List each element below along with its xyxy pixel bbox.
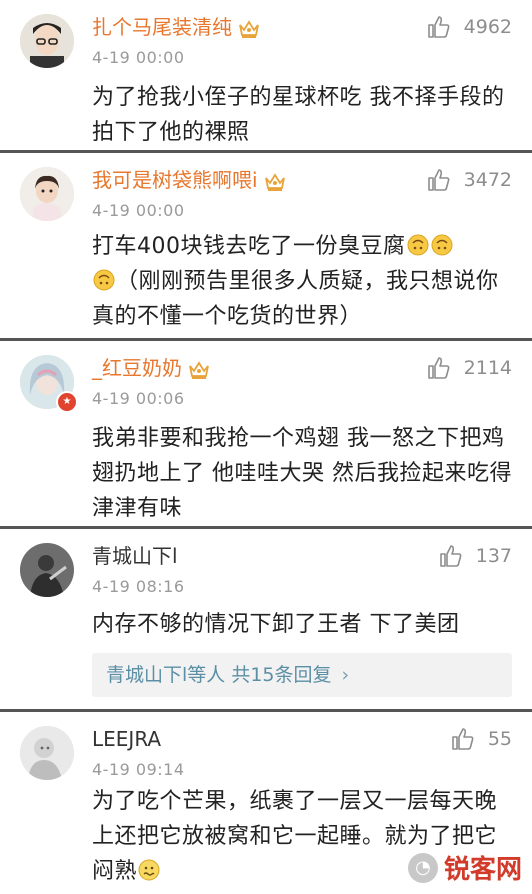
thumbs-up-icon [438,543,464,569]
crown-badge-icon [238,19,260,39]
avatar[interactable] [20,543,74,597]
comment-time: 4-19 08:16 [92,577,185,596]
upside-down-face-icon [93,269,115,291]
thumbs-up-icon [450,726,476,752]
comment-2: 我可是树袋熊啊喂i 4-19 00:00 3472 打车400块钱去吃了一份臭豆… [0,153,532,338]
comment-time: 4-19 09:14 [92,760,185,779]
like-button[interactable]: 55 [450,726,512,752]
comment-text: 内存不够的情况下卸了王者 下了美团 [92,612,460,637]
like-button[interactable]: 3472 [426,167,512,193]
comment-time: 4-19 00:00 [92,201,185,220]
comment-3: ★ _红豆奶奶 4-19 00:06 2114 我弟非要和我抢一个鸡翅 我一怒之… [0,341,532,526]
avatar[interactable] [20,167,74,221]
username[interactable]: LEEJRA [92,726,161,752]
like-button[interactable]: 4962 [426,14,512,40]
crown-badge-icon [264,172,286,192]
like-count: 137 [475,545,512,567]
comment-text: 我弟非要和我抢一个鸡翅 我一怒之下把鸡翅扔地上了 他哇哇大哭 然后我捡起来吃得津… [92,426,512,521]
verified-badge-icon: ★ [56,391,78,413]
avatar[interactable] [20,14,74,68]
watermark-logo: ◔ 锐客网 [407,849,522,886]
like-count: 55 [487,728,512,750]
thumbs-up-icon [426,167,452,193]
username[interactable]: 我可是树袋熊啊喂i [92,167,286,193]
avatar[interactable] [20,726,74,780]
comment-1: 扎个马尾装清纯 4-19 00:00 4962 为了抢我小侄子的星球杯吃 我不择… [0,0,532,150]
comment-text: 打车400块钱去吃了一份臭豆腐 （刚刚预告里很多人质疑，我只想说你真的不懂一个吃货… [92,234,499,329]
like-button[interactable]: 137 [438,543,512,569]
like-button[interactable]: 2114 [426,355,512,381]
chevron-right-icon: › [341,664,350,686]
upside-down-face-icon [407,234,429,256]
username[interactable]: 青城山下l [92,543,178,569]
like-count: 3472 [463,169,512,191]
thumbs-up-icon [426,14,452,40]
upside-down-face-icon [431,234,453,256]
username[interactable]: 扎个马尾装清纯 [92,14,260,40]
like-count: 2114 [463,357,512,379]
reply-count: 共15条回复 [231,664,332,686]
comment-time: 4-19 00:00 [92,48,185,67]
comment-4: 青城山下l 4-19 08:16 137 内存不够的情况下卸了王者 下了美团 青… [0,529,532,709]
comment-text: 为了抢我小侄子的星球杯吃 我不择手段的拍下了他的裸照 [92,85,505,145]
comment-time: 4-19 00:06 [92,389,185,408]
crown-badge-icon [188,360,210,380]
logo-icon: ◔ [407,852,438,883]
like-count: 4962 [463,16,512,38]
thumbs-up-icon [426,355,452,381]
nervous-face-icon [138,859,160,881]
replies-link[interactable]: 青城山下l等人 共15条回复 › [92,653,512,697]
username[interactable]: _红豆奶奶 [92,355,210,381]
